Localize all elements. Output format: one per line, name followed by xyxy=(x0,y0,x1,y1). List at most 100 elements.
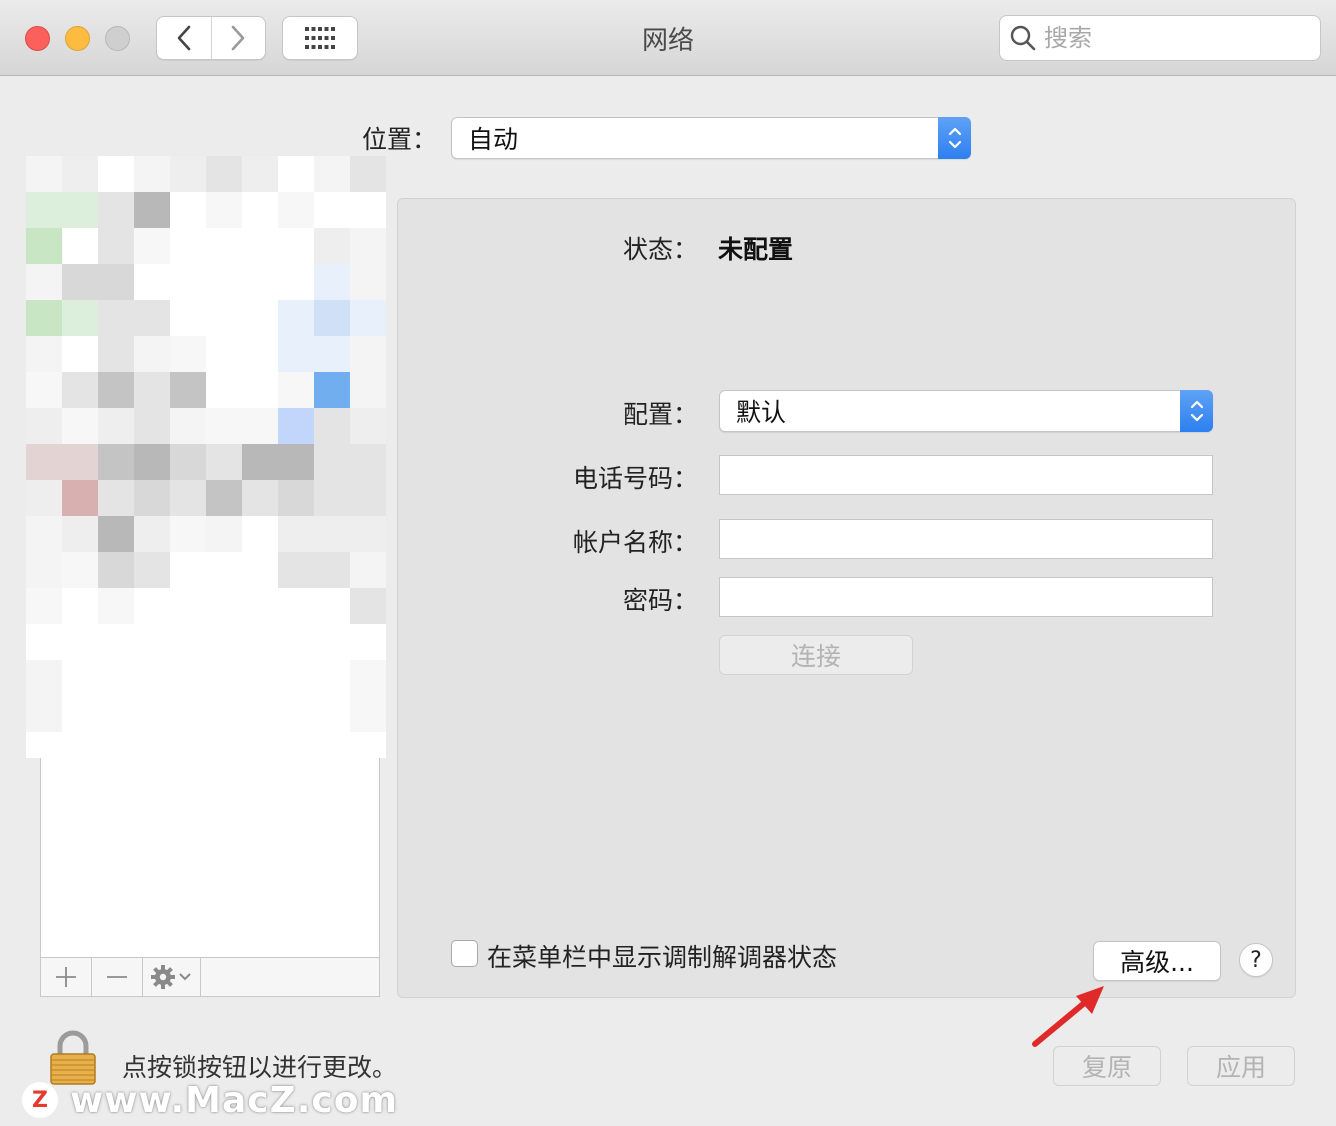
minimize-window-button[interactable] xyxy=(65,26,90,51)
mosaic-tile xyxy=(314,444,350,480)
forward-button[interactable] xyxy=(210,17,266,59)
mosaic-tile xyxy=(314,552,350,588)
mosaic-tile xyxy=(350,192,386,228)
add-icon xyxy=(56,967,76,987)
zoom-window-button[interactable] xyxy=(105,26,130,51)
config-stepper[interactable] xyxy=(1180,390,1213,432)
mosaic-tile xyxy=(170,192,206,228)
mosaic-tile xyxy=(206,624,242,660)
mosaic-tile xyxy=(134,696,170,732)
mosaic-tile xyxy=(350,156,386,192)
mosaic-tile xyxy=(314,696,350,732)
mosaic-tile xyxy=(26,192,62,228)
mosaic-tile xyxy=(278,480,314,516)
back-icon xyxy=(177,25,191,51)
mosaic-tile xyxy=(242,660,278,696)
mosaic-tile xyxy=(62,444,98,480)
status-label: 状态： xyxy=(622,235,698,264)
mosaic-tile xyxy=(206,192,242,228)
mosaic-tile xyxy=(242,156,278,192)
mosaic-tile xyxy=(278,588,314,624)
mosaic-tile xyxy=(134,192,170,228)
mosaic-tile xyxy=(242,264,278,300)
annotation-arrow-icon xyxy=(1032,986,1104,1047)
mosaic-tile xyxy=(62,372,98,408)
mosaic-tile xyxy=(350,552,386,588)
mosaic-tile xyxy=(98,336,134,372)
help-button[interactable]: ? xyxy=(1239,943,1273,977)
phone-input[interactable] xyxy=(720,456,1212,494)
mosaic-tile xyxy=(134,480,170,516)
mosaic-tile xyxy=(314,732,350,758)
title-bar: 网络 xyxy=(0,0,1336,76)
back-button[interactable] xyxy=(157,17,211,59)
mosaic-tile xyxy=(170,660,206,696)
modem-status-label[interactable]: 在菜单栏中显示调制解调器状态 xyxy=(487,938,837,974)
grid-icon xyxy=(305,27,335,49)
revert-button[interactable]: 复原 xyxy=(1053,1046,1161,1086)
close-window-button[interactable] xyxy=(25,26,50,51)
mosaic-tile xyxy=(314,408,350,444)
action-menu-button[interactable] xyxy=(143,958,201,996)
mosaic-tile xyxy=(26,156,62,192)
mosaic-tile xyxy=(134,300,170,336)
mosaic-tile xyxy=(170,516,206,552)
mosaic-tile xyxy=(206,732,242,758)
mosaic-tile xyxy=(98,552,134,588)
account-input[interactable] xyxy=(720,520,1212,558)
password-input[interactable] xyxy=(720,578,1212,616)
mosaic-tile xyxy=(350,588,386,624)
mosaic-tile xyxy=(350,732,386,758)
add-service-button[interactable] xyxy=(41,958,92,996)
mosaic-tile xyxy=(206,444,242,480)
remove-service-button[interactable] xyxy=(92,958,143,996)
password-label: 密码： xyxy=(622,586,698,615)
search-input[interactable] xyxy=(1044,24,1294,52)
mosaic-tile xyxy=(314,228,350,264)
modem-status-checkbox[interactable] xyxy=(451,940,478,967)
mosaic-tile xyxy=(242,552,278,588)
apply-button[interactable]: 应用 xyxy=(1187,1046,1295,1086)
show-all-button[interactable] xyxy=(282,16,358,60)
mosaic-tile xyxy=(170,696,206,732)
advanced-button[interactable]: 高级... xyxy=(1093,941,1221,981)
mosaic-tile xyxy=(134,264,170,300)
window-title: 网络 xyxy=(641,26,694,56)
phone-label: 电话号码： xyxy=(572,464,698,493)
mosaic-tile xyxy=(134,372,170,408)
mosaic-tile xyxy=(278,408,314,444)
mosaic-tile xyxy=(98,732,134,758)
config-select[interactable]: 默认 xyxy=(719,390,1213,432)
phone-field[interactable] xyxy=(719,455,1213,495)
mosaic-tile xyxy=(314,192,350,228)
mosaic-tile xyxy=(26,264,62,300)
stepper-icon xyxy=(1190,400,1203,422)
service-list-toolbar xyxy=(40,957,380,997)
mosaic-tile xyxy=(62,588,98,624)
service-list-pixelated xyxy=(26,156,396,758)
mosaic-tile xyxy=(170,552,206,588)
location-select[interactable]: 自动 xyxy=(451,117,971,159)
mosaic-tile xyxy=(314,156,350,192)
mosaic-tile xyxy=(134,156,170,192)
mosaic-tile xyxy=(62,192,98,228)
mosaic-tile xyxy=(62,552,98,588)
mosaic-tile xyxy=(26,336,62,372)
mosaic-tile xyxy=(278,624,314,660)
mosaic-tile xyxy=(314,264,350,300)
mosaic-tile xyxy=(170,624,206,660)
search-field[interactable] xyxy=(999,15,1321,61)
connect-button[interactable]: 连接 xyxy=(719,635,913,675)
mosaic-tile xyxy=(26,408,62,444)
mosaic-tile xyxy=(278,516,314,552)
mosaic-tile xyxy=(278,696,314,732)
mosaic-tile xyxy=(314,300,350,336)
help-icon: ? xyxy=(1250,947,1262,973)
mosaic-tile xyxy=(62,480,98,516)
account-field[interactable] xyxy=(719,519,1213,559)
password-field[interactable] xyxy=(719,577,1213,617)
location-stepper[interactable] xyxy=(938,117,971,159)
mosaic-tile xyxy=(134,732,170,758)
mosaic-tile xyxy=(26,732,62,758)
mosaic-tile xyxy=(62,696,98,732)
